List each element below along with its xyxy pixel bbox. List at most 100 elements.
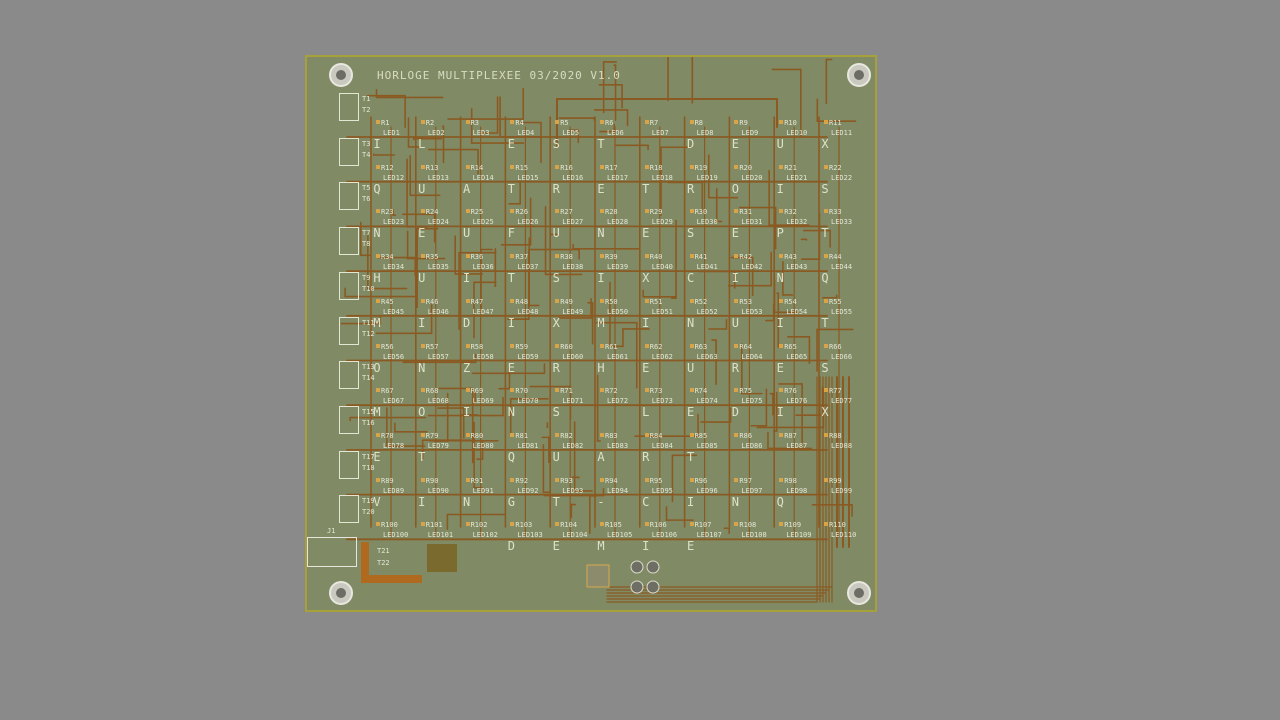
clock-letter: X — [821, 137, 829, 151]
resistor-label: R60 — [560, 342, 573, 351]
solder-pad — [376, 522, 380, 527]
resistor-label: R96 — [694, 476, 708, 485]
clock-letter: I — [686, 494, 695, 509]
resistor-label: R89 — [381, 476, 394, 485]
led-label: LED77 — [831, 397, 853, 406]
solder-pad — [376, 120, 380, 124]
resistor-label: R75 — [739, 387, 753, 396]
solder-pad — [465, 164, 470, 169]
clock-letter: E — [731, 137, 739, 151]
solder-pad — [734, 120, 739, 124]
led-label: LED60 — [562, 352, 584, 361]
led-label: LED53 — [741, 307, 763, 316]
resistor-label: R80 — [470, 431, 484, 440]
led-label: LED35 — [427, 263, 449, 272]
solder-pad — [644, 164, 649, 169]
solder-pad — [779, 209, 784, 214]
resistor-label: R83 — [605, 431, 618, 440]
transistor-footprint — [339, 361, 359, 390]
clock-letter: U — [686, 360, 695, 375]
resistor-label: R33 — [829, 208, 842, 217]
led-label: LED102 — [472, 531, 498, 540]
transistor-footprint — [339, 182, 359, 211]
led-label: LED64 — [741, 352, 763, 361]
led-label: LED106 — [651, 531, 678, 540]
led-label: LED98 — [786, 486, 808, 495]
solder-pad — [420, 432, 425, 437]
led-label: LED6 — [607, 129, 624, 137]
resistor-label: R82 — [560, 431, 573, 440]
capacitor — [630, 560, 644, 574]
clock-letter: L — [642, 405, 650, 420]
led-label: LED95 — [651, 486, 673, 495]
solder-pad — [734, 477, 739, 482]
connector-label: J1 — [327, 527, 336, 535]
resistor-label: R11 — [829, 119, 842, 127]
clock-letter: F — [507, 226, 515, 241]
resistor-label: R10 — [784, 119, 797, 127]
solder-pad — [555, 343, 560, 348]
resistor-label: R57 — [425, 342, 439, 351]
pcb-board: HORLOGE MULTIPLEXEE 03/2020 V1.0 J1 I R1 L… — [305, 55, 877, 612]
solder-pad — [824, 164, 828, 169]
solder-pad — [420, 254, 425, 259]
led-label: LED108 — [741, 531, 767, 540]
led-label: LED36 — [472, 263, 494, 272]
resistor-label: R88 — [829, 431, 842, 440]
led-label: LED55 — [831, 307, 853, 316]
clock-letter: X — [552, 315, 560, 330]
resistor-label: R90 — [425, 476, 439, 485]
clock-letter: Q — [507, 449, 515, 464]
led-label: LED47 — [472, 307, 494, 316]
led-label: LED96 — [696, 486, 718, 495]
solder-pad — [824, 388, 828, 393]
resistor-label: R14 — [470, 163, 484, 172]
clock-letter: S — [821, 360, 829, 375]
transistor-footprint — [339, 227, 359, 256]
led-label: LED34 — [383, 263, 405, 272]
clock-letter: R — [552, 360, 560, 375]
solder-pad — [555, 522, 560, 527]
solder-pad — [420, 522, 425, 527]
solder-pad — [689, 209, 694, 214]
led-label: LED7 — [651, 129, 669, 137]
resistor-label: R94 — [605, 476, 618, 485]
led-label: LED29 — [651, 218, 673, 227]
resistor-label: R63 — [694, 342, 708, 351]
led-label: LED42 — [741, 263, 763, 272]
led-label: LED93 — [562, 486, 584, 495]
solder-pad — [689, 388, 694, 393]
resistor-label: R2 — [425, 119, 435, 127]
led-label: LED3 — [472, 129, 490, 137]
solder-pad — [510, 522, 515, 527]
clock-letter: Q — [821, 271, 829, 286]
solder-pad — [555, 120, 560, 124]
solder-pad — [420, 298, 425, 303]
solder-pad — [465, 209, 470, 214]
led-label: LED100 — [383, 531, 409, 540]
led-label: LED41 — [696, 263, 718, 272]
solder-pad — [555, 209, 560, 214]
led-label: LED92 — [517, 486, 539, 495]
led-label: LED62 — [651, 352, 673, 361]
clock-letter: U — [776, 137, 784, 151]
solder-pad — [420, 388, 425, 393]
clock-letter: H — [373, 271, 381, 286]
resistor-label: R40 — [649, 253, 663, 262]
clock-letter: U — [462, 226, 471, 241]
solder-pad — [376, 298, 380, 303]
resistor-label: R13 — [425, 163, 439, 172]
solder-pad — [465, 432, 470, 437]
solder-pad — [600, 254, 604, 259]
solder-pad — [779, 432, 784, 437]
resistor-label: R48 — [515, 297, 529, 306]
transistor-label: T2 — [362, 106, 371, 114]
transistor-footprint — [339, 405, 359, 434]
solder-pad — [689, 164, 694, 169]
clock-letter: E — [597, 181, 605, 196]
solder-pad — [779, 343, 784, 348]
board-title: HORLOGE MULTIPLEXEE 03/2020 V1.0 — [377, 69, 621, 82]
solder-pad — [824, 209, 828, 214]
clock-letter: I — [507, 315, 515, 330]
transistor-footprint — [339, 450, 359, 479]
